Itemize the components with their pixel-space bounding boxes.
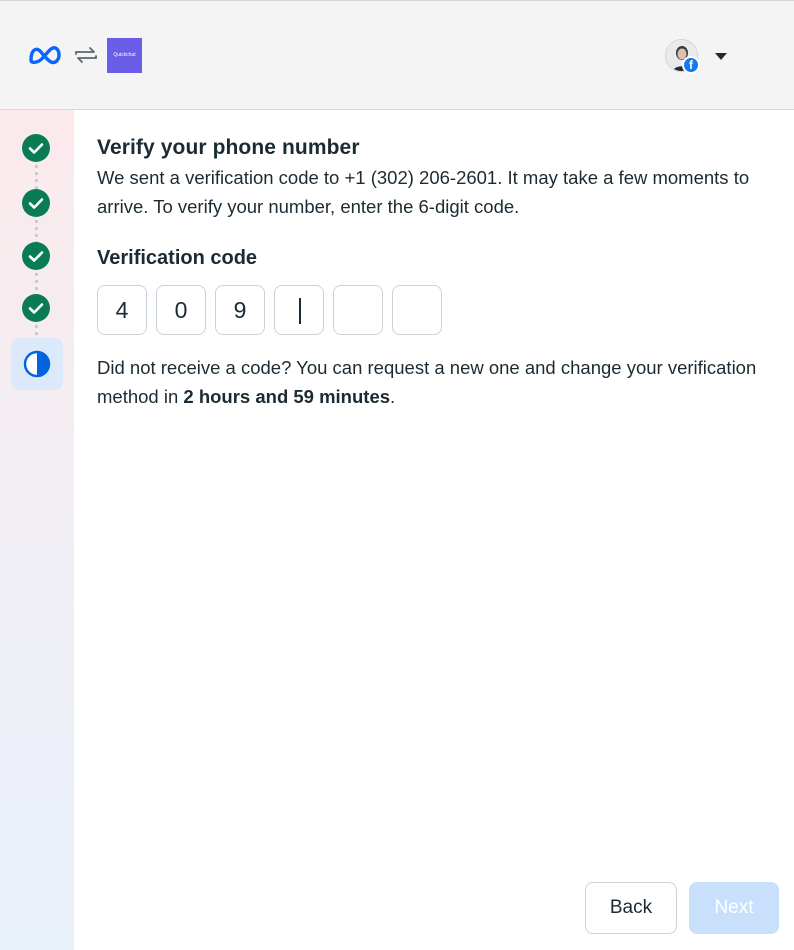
progress-stepper	[0, 110, 74, 950]
page-description: We sent a verification code to +1 (302) …	[97, 167, 750, 217]
resend-notice: Did not receive a code? You can request …	[97, 353, 757, 411]
check-icon	[28, 198, 44, 209]
code-digit-5[interactable]	[333, 285, 383, 335]
account-menu-button[interactable]: f	[660, 37, 732, 77]
step-3-complete	[22, 242, 50, 270]
half-circle-icon	[23, 350, 51, 378]
code-digit-3[interactable]: 9	[215, 285, 265, 335]
facebook-icon: f	[682, 56, 700, 74]
step-2-complete	[22, 189, 50, 217]
check-icon	[28, 251, 44, 262]
code-digit-6[interactable]	[392, 285, 442, 335]
check-icon	[28, 143, 44, 154]
step-1-complete	[22, 134, 50, 162]
meta-logo-icon	[29, 46, 61, 65]
step-connector	[35, 163, 38, 191]
step-4-complete	[22, 294, 50, 322]
code-digit-1[interactable]: 4	[97, 285, 147, 335]
app-logo: Quickchat	[107, 38, 142, 73]
resend-suffix: .	[390, 386, 396, 407]
code-digit-4[interactable]	[274, 285, 324, 335]
step-connector	[35, 323, 38, 337]
code-label: Verification code	[97, 247, 258, 269]
page-title: Verify your phone number	[97, 136, 360, 159]
swap-arrows-icon	[75, 47, 97, 63]
main-content: Verify your phone number We sent a verif…	[97, 134, 757, 411]
next-button[interactable]: Next	[689, 882, 779, 934]
chevron-down-icon[interactable]	[715, 53, 727, 60]
top-header: Quickchat f	[0, 0, 794, 110]
check-icon	[28, 303, 44, 314]
resend-time: 2 hours and 59 minutes	[183, 386, 391, 407]
verification-code-input: 4 0 9	[97, 285, 757, 335]
step-5-current	[11, 338, 63, 390]
back-button[interactable]: Back	[585, 882, 677, 934]
code-digit-2[interactable]: 0	[156, 285, 206, 335]
